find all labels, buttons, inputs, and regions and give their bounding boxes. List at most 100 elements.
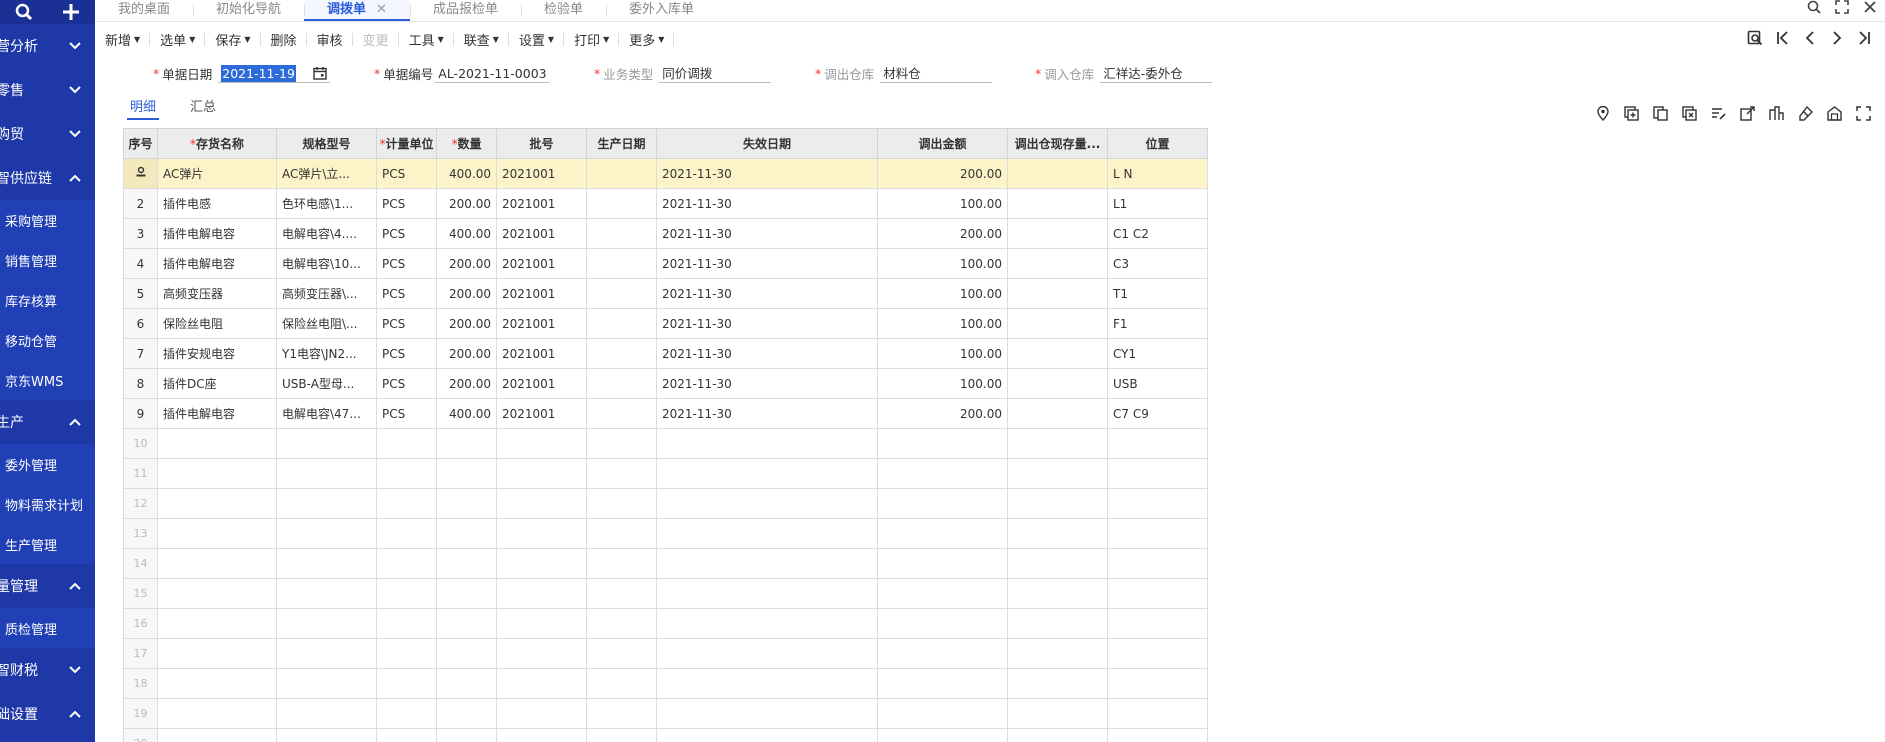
toolbar-button[interactable]: 选单 ▼ xyxy=(150,30,206,49)
copy-row-icon[interactable] xyxy=(1653,106,1668,124)
table-cell[interactable] xyxy=(1007,548,1108,579)
column-header[interactable]: 调出仓现存量... xyxy=(1007,128,1108,159)
sidebar-group[interactable]: 础设置 xyxy=(0,692,95,736)
table-cell[interactable] xyxy=(586,428,657,459)
table-cell[interactable]: 400.00 xyxy=(436,398,497,429)
table-cell[interactable]: 保险丝电阻 xyxy=(157,308,277,339)
table-cell[interactable]: 电解电容\47... xyxy=(276,398,377,429)
table-cell[interactable] xyxy=(436,698,497,729)
table-cell[interactable] xyxy=(276,638,377,669)
table-cell[interactable]: 保险丝电阻\... xyxy=(276,308,377,339)
table-cell[interactable] xyxy=(157,638,277,669)
table-cell[interactable] xyxy=(1007,518,1108,549)
table-cell[interactable] xyxy=(877,638,1008,669)
batch-edit-icon[interactable] xyxy=(1711,106,1726,124)
toolbar-button[interactable]: 审核 xyxy=(307,30,353,49)
table-cell[interactable] xyxy=(376,488,437,519)
table-cell[interactable]: 2021001 xyxy=(496,398,587,429)
table-cell[interactable] xyxy=(157,608,277,639)
table-cell[interactable] xyxy=(436,458,497,489)
column-header[interactable]: 失效日期 xyxy=(656,128,878,159)
sidebar-item[interactable]: 移动仓管 xyxy=(0,320,95,360)
sidebar-item[interactable]: 京东WMS xyxy=(0,360,95,400)
table-row[interactable]: 19 xyxy=(123,698,1208,729)
table-cell[interactable] xyxy=(376,698,437,729)
table-cell[interactable]: 2021-11-30 xyxy=(656,248,878,279)
table-cell[interactable]: 插件电解电容 xyxy=(157,248,277,279)
table-cell[interactable] xyxy=(376,518,437,549)
table-cell[interactable] xyxy=(1007,608,1108,639)
table-cell[interactable]: 2021-11-30 xyxy=(656,158,878,189)
table-cell[interactable]: 2021001 xyxy=(496,218,587,249)
table-cell[interactable]: 插件电解电容 xyxy=(157,218,277,249)
tab-summary[interactable]: 汇总 xyxy=(187,96,219,120)
biz-type-input[interactable]: 同价调拨 xyxy=(659,65,772,83)
table-cell[interactable] xyxy=(496,428,587,459)
table-cell[interactable] xyxy=(436,638,497,669)
table-cell[interactable] xyxy=(276,698,377,729)
chevron-up-icon[interactable] xyxy=(69,710,81,718)
table-cell[interactable] xyxy=(656,698,878,729)
table-cell[interactable] xyxy=(656,638,878,669)
in-warehouse-input[interactable]: 汇祥达-委外仓 xyxy=(1100,65,1213,83)
table-cell[interactable]: PCS xyxy=(376,218,437,249)
next-record-icon[interactable] xyxy=(1830,30,1844,49)
warehouse-icon[interactable] xyxy=(1827,106,1842,124)
table-cell[interactable] xyxy=(1007,458,1108,489)
table-cell[interactable] xyxy=(1107,638,1208,669)
tab-我的桌面[interactable]: 我的桌面 xyxy=(95,0,193,21)
table-cell[interactable] xyxy=(276,578,377,609)
add-icon[interactable] xyxy=(62,3,80,21)
table-cell[interactable] xyxy=(656,728,878,742)
table-cell[interactable] xyxy=(496,608,587,639)
table-cell[interactable] xyxy=(157,578,277,609)
table-cell[interactable] xyxy=(586,488,657,519)
export-icon[interactable] xyxy=(1740,106,1755,124)
table-row[interactable]: AC弹片 AC弹片\立... PCS 400.00 2021001 2021-11-30 2… xyxy=(123,158,1208,189)
table-cell[interactable] xyxy=(276,488,377,519)
table-cell[interactable]: C1 C2 xyxy=(1107,218,1208,249)
table-cell[interactable] xyxy=(877,488,1008,519)
table-cell[interactable]: 2021001 xyxy=(496,278,587,309)
table-cell[interactable]: USB-A型母... xyxy=(276,368,377,399)
table-row[interactable]: 10 xyxy=(123,428,1208,459)
toolbar-button[interactable]: 删除 xyxy=(261,30,307,49)
table-cell[interactable] xyxy=(1107,698,1208,729)
table-cell[interactable]: 100.00 xyxy=(877,248,1008,279)
chevron-up-icon[interactable] xyxy=(69,582,81,590)
column-header[interactable]: 序号 xyxy=(123,128,158,159)
toolbar-button[interactable]: 工具 ▼ xyxy=(399,30,454,49)
chevron-up-icon[interactable] xyxy=(69,174,81,182)
table-cell[interactable] xyxy=(656,488,878,519)
table-cell[interactable] xyxy=(376,668,437,699)
table-cell[interactable] xyxy=(376,728,437,742)
table-cell[interactable]: 插件电解电容 xyxy=(157,398,277,429)
table-cell[interactable] xyxy=(157,428,277,459)
table-cell[interactable] xyxy=(656,518,878,549)
table-cell[interactable]: PCS xyxy=(376,338,437,369)
table-cell[interactable] xyxy=(586,278,657,309)
tab-detail[interactable]: 明细 xyxy=(127,96,160,120)
table-cell[interactable] xyxy=(1007,668,1108,699)
table-cell[interactable] xyxy=(496,578,587,609)
table-cell[interactable]: PCS xyxy=(376,398,437,429)
table-cell[interactable] xyxy=(586,668,657,699)
table-cell[interactable] xyxy=(376,578,437,609)
table-cell[interactable]: 2021001 xyxy=(496,248,587,279)
table-cell[interactable] xyxy=(1007,308,1108,339)
table-cell[interactable]: 100.00 xyxy=(877,278,1008,309)
table-cell[interactable]: 100.00 xyxy=(877,188,1008,219)
table-cell[interactable]: 2021-11-30 xyxy=(656,368,878,399)
table-cell[interactable] xyxy=(376,428,437,459)
table-row[interactable]: 18 xyxy=(123,668,1208,699)
table-cell[interactable] xyxy=(157,518,277,549)
sidebar-group[interactable]: 智财税 xyxy=(0,648,95,692)
column-header[interactable]: *计量单位 xyxy=(376,128,437,159)
table-cell[interactable] xyxy=(1007,488,1108,519)
table-row[interactable]: 12 xyxy=(123,488,1208,519)
table-cell[interactable]: L N xyxy=(1107,158,1208,189)
table-cell[interactable]: 电解电容\4.... xyxy=(276,218,377,249)
table-cell[interactable] xyxy=(656,578,878,609)
chevron-down-icon[interactable] xyxy=(69,42,81,50)
table-cell[interactable] xyxy=(1107,428,1208,459)
